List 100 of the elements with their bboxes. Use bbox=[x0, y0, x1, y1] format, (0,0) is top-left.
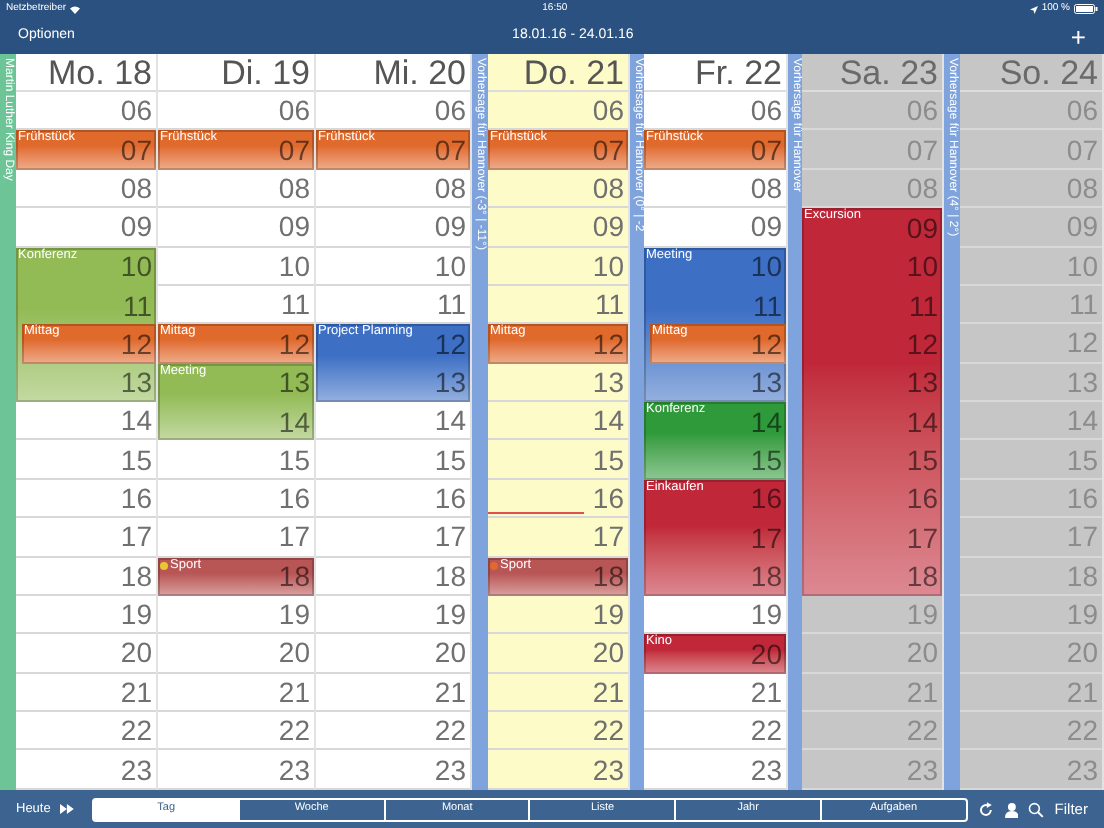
day-header[interactable]: Mo. 18 bbox=[16, 54, 156, 92]
hour-label: 16 bbox=[906, 484, 938, 513]
hour-label: 13 bbox=[1066, 367, 1098, 396]
hour-label: 14 bbox=[592, 406, 624, 435]
hour-label: 16 bbox=[434, 483, 466, 512]
fast-forward-icon[interactable] bbox=[60, 804, 75, 814]
hour-label: 14 bbox=[906, 407, 938, 436]
hour-label: 18 bbox=[906, 562, 938, 591]
day-header[interactable]: So. 24 bbox=[960, 54, 1102, 92]
hour-label: 07 bbox=[592, 136, 624, 165]
hour-label: 14 bbox=[434, 406, 466, 435]
hour-label: 13 bbox=[750, 368, 782, 397]
hour-label: 11 bbox=[436, 290, 466, 319]
battery-icon bbox=[1074, 4, 1098, 14]
hour-label: 18 bbox=[750, 562, 782, 591]
hour-label: 12 bbox=[750, 329, 782, 358]
hour-label: 07 bbox=[434, 136, 466, 165]
hour-label: 08 bbox=[1066, 173, 1098, 202]
hour-label: 17 bbox=[120, 522, 152, 551]
hour-label: 17 bbox=[278, 522, 310, 551]
hour-label: 13 bbox=[906, 368, 938, 397]
hour-label: 20 bbox=[906, 638, 938, 667]
hour-label: 06 bbox=[1066, 96, 1098, 125]
hour-label: 15 bbox=[1066, 445, 1098, 474]
location-icon bbox=[1029, 5, 1038, 13]
hour-label: 06 bbox=[278, 96, 310, 125]
hour-label: 17 bbox=[434, 522, 466, 551]
hour-label: 15 bbox=[434, 445, 466, 474]
hour-label: 19 bbox=[434, 600, 466, 629]
hour-label: 10 bbox=[120, 252, 152, 281]
hour-label: 23 bbox=[906, 755, 938, 784]
hour-label: 11 bbox=[1068, 290, 1098, 319]
hour-label: 12 bbox=[906, 329, 938, 358]
hour-label: 12 bbox=[592, 329, 624, 358]
hour-label: 09 bbox=[592, 212, 624, 241]
hour-label: 20 bbox=[120, 638, 152, 667]
hour-label: 19 bbox=[120, 600, 152, 629]
hour-label: 12 bbox=[1066, 328, 1098, 357]
hour-label: 16 bbox=[750, 484, 782, 513]
hour-label: 13 bbox=[120, 368, 152, 397]
hour-label: 21 bbox=[278, 677, 310, 706]
hour-label: 11 bbox=[908, 291, 938, 320]
hour-label: 23 bbox=[434, 755, 466, 784]
hour-label: 15 bbox=[592, 445, 624, 474]
hour-label: 15 bbox=[906, 446, 938, 475]
hour-label: 16 bbox=[120, 483, 152, 512]
hour-label: 19 bbox=[592, 600, 624, 629]
day-header[interactable]: Mi. 20 bbox=[316, 54, 470, 92]
hour-label: 22 bbox=[1066, 716, 1098, 745]
refresh-icon[interactable] bbox=[977, 801, 994, 817]
hour-label: 08 bbox=[278, 173, 310, 202]
hour-label: 10 bbox=[750, 252, 782, 281]
hour-label: 18 bbox=[120, 561, 152, 590]
hour-label: 19 bbox=[750, 600, 782, 629]
hour-label: 15 bbox=[278, 445, 310, 474]
hour-label: 10 bbox=[434, 251, 466, 280]
day-header[interactable]: Do. 21 bbox=[488, 54, 628, 92]
hour-label: 18 bbox=[278, 562, 310, 591]
hour-label: 23 bbox=[750, 755, 782, 784]
hour-label: 07 bbox=[278, 136, 310, 165]
hour-label: 23 bbox=[120, 755, 152, 784]
hour-label: 15 bbox=[750, 446, 782, 475]
hour-label: 20 bbox=[1066, 638, 1098, 667]
hour-label: 21 bbox=[120, 677, 152, 706]
hour-label: 12 bbox=[120, 329, 152, 358]
hour-label: 17 bbox=[906, 523, 938, 552]
hour-label: 14 bbox=[278, 407, 310, 436]
day-header[interactable]: Fr. 22 bbox=[644, 54, 786, 92]
hour-label: 21 bbox=[906, 677, 938, 706]
hour-label: 20 bbox=[434, 638, 466, 667]
day-header[interactable]: Di. 19 bbox=[158, 54, 314, 92]
hour-label: 11 bbox=[752, 291, 782, 320]
day-header[interactable]: Sa. 23 bbox=[802, 54, 942, 92]
hour-label: 23 bbox=[1066, 755, 1098, 784]
hour-label: 11 bbox=[280, 290, 310, 319]
hour-label: 10 bbox=[906, 252, 938, 281]
hour-label: 18 bbox=[1066, 561, 1098, 590]
hour-label: 13 bbox=[278, 368, 310, 397]
hour-label: 16 bbox=[278, 483, 310, 512]
hour-label: 21 bbox=[1066, 677, 1098, 706]
search-icon[interactable] bbox=[1028, 801, 1045, 817]
hour-label: 15 bbox=[120, 445, 152, 474]
hour-label: 06 bbox=[750, 96, 782, 125]
hour-label: 11 bbox=[122, 291, 152, 320]
hour-label: 14 bbox=[750, 407, 782, 436]
hour-label: 08 bbox=[120, 173, 152, 202]
hour-label: 09 bbox=[120, 212, 152, 241]
hour-label: 09 bbox=[1066, 212, 1098, 241]
add-button[interactable]: + bbox=[1070, 23, 1086, 49]
hour-label: 21 bbox=[750, 677, 782, 706]
hour-label: 07 bbox=[750, 136, 782, 165]
hour-label: 14 bbox=[120, 406, 152, 435]
hour-label: 22 bbox=[434, 716, 466, 745]
hour-label: 18 bbox=[434, 561, 466, 590]
hour-label: 21 bbox=[434, 677, 466, 706]
wifi-icon bbox=[70, 5, 81, 13]
person-icon[interactable] bbox=[1003, 801, 1019, 817]
hour-label: 10 bbox=[278, 251, 310, 280]
hour-label: 07 bbox=[120, 136, 152, 165]
hour-label: 23 bbox=[592, 755, 624, 784]
